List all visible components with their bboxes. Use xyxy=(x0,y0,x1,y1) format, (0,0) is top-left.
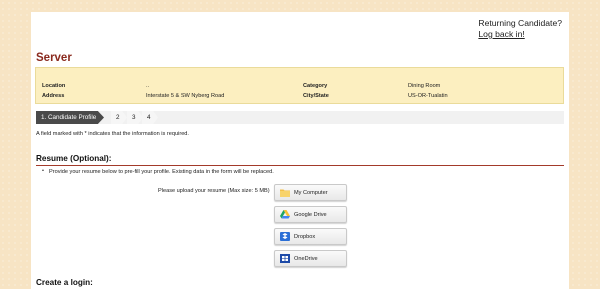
google-drive-label: Google Drive xyxy=(294,212,327,218)
onedrive-icon xyxy=(280,254,290,263)
resume-section-title: Resume (Optional): xyxy=(36,154,112,163)
returning-question: Returning Candidate? xyxy=(478,18,562,28)
upload-google-drive-button[interactable]: Google Drive xyxy=(274,206,347,223)
dropbox-label: Dropbox xyxy=(294,234,316,240)
resume-divider xyxy=(36,165,564,166)
step-2[interactable]: 2 xyxy=(111,111,127,124)
upload-label: Please upload your resume (Max size: 5 M… xyxy=(158,188,270,194)
info-row-address: Address Interstate 5 & SW Nyberg Road Ci… xyxy=(36,93,563,103)
create-login-title: Create a login: xyxy=(36,278,93,287)
dropbox-icon xyxy=(280,232,290,241)
category-value: Dining Room xyxy=(408,83,441,89)
onedrive-label: OneDrive xyxy=(294,256,318,262)
resume-instruction: Provide your resume below to pre-fill yo… xyxy=(42,168,274,175)
upload-onedrive-button[interactable]: OneDrive xyxy=(274,250,347,267)
upload-my-computer-button[interactable]: My Computer xyxy=(274,184,347,201)
progress-steps: 4 3 2 1. Candidate Profile xyxy=(36,111,564,124)
info-row-location: Location .. Category Dining Room xyxy=(36,83,563,93)
returning-candidate: Returning Candidate? Log back in! xyxy=(478,18,562,40)
job-info-box: Location .. Category Dining Room Address… xyxy=(35,67,564,104)
location-label: Location xyxy=(42,83,66,89)
main-panel: Returning Candidate? Log back in! Server… xyxy=(31,12,569,289)
category-label: Category xyxy=(303,83,328,89)
step-3[interactable]: 3 xyxy=(127,111,143,124)
address-value: Interstate 5 & SW Nyberg Road xyxy=(146,93,225,99)
city-value: US-OR-Tualatin xyxy=(408,93,448,99)
location-value: .. xyxy=(146,83,150,89)
required-note: A field marked with * indicates that the… xyxy=(36,131,189,137)
step-1-active[interactable]: 1. Candidate Profile xyxy=(36,111,104,124)
log-back-in-link[interactable]: Log back in! xyxy=(478,29,562,40)
job-title: Server xyxy=(36,52,72,64)
city-label: City/State xyxy=(303,93,329,99)
google-drive-icon xyxy=(280,210,290,219)
upload-dropbox-button[interactable]: Dropbox xyxy=(274,228,347,245)
step-4[interactable]: 4 xyxy=(142,111,158,124)
my-computer-label: My Computer xyxy=(294,190,328,196)
folder-icon xyxy=(280,188,290,197)
address-label: Address xyxy=(42,93,65,99)
